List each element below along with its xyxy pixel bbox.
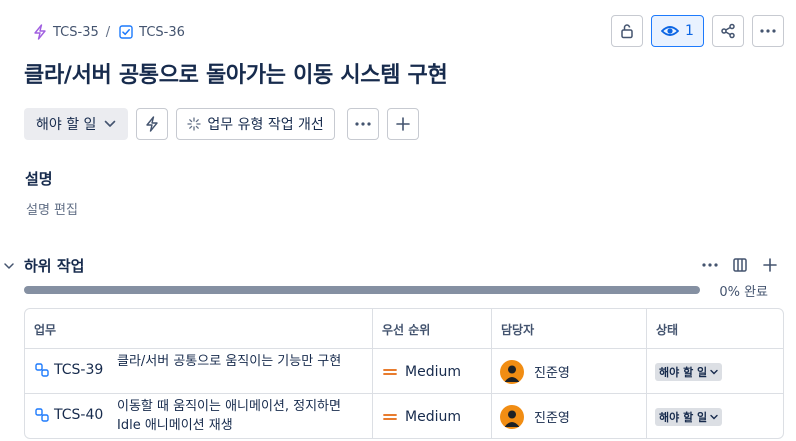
improve-issue-type-label: 업무 유형 작업 개선 <box>207 117 324 133</box>
share-button[interactable] <box>712 15 744 47</box>
chevron-down-icon <box>710 369 718 374</box>
user-avatar-icon <box>504 365 520 382</box>
subtasks-progress-text: 0% 완료 <box>719 285 768 300</box>
work-cell: TCS-39 클라/서버 공통으로 움직이는 기능만 구현 <box>25 349 372 394</box>
more-actions-button[interactable] <box>752 15 784 47</box>
column-header-status[interactable]: 상태 <box>646 309 783 349</box>
subtask-icon <box>35 363 49 377</box>
subtasks-table: 업무 우선 순위 담당자 상태 TCS-39 클라/서버 공통으로 움직이는 기… <box>24 308 784 439</box>
assignee-name: 진준영 <box>534 366 570 381</box>
avatar <box>500 359 524 384</box>
status-dropdown-button[interactable]: 해야 할 일 <box>24 108 129 140</box>
subtasks-columns-button[interactable] <box>730 255 750 275</box>
assignee-name: 진준영 <box>534 411 570 426</box>
description-heading: 설명 <box>25 170 53 188</box>
assignee-cell[interactable]: 진준영 <box>491 394 646 438</box>
chevron-down-icon <box>710 414 718 419</box>
issue-toolbar: 해야 할 일 업무 유형 작업 개선 <box>24 108 419 140</box>
columns-icon <box>733 258 747 272</box>
subtasks-header: 하위 작업 <box>0 255 796 275</box>
more-horizontal-icon <box>355 122 371 126</box>
subtasks-table-header: 업무 우선 순위 담당자 상태 <box>25 309 783 349</box>
priority-cell[interactable]: Medium <box>372 349 491 394</box>
subtask-key-link[interactable]: TCS-39 <box>35 362 103 378</box>
user-avatar-icon <box>504 410 520 427</box>
eye-icon <box>661 26 680 36</box>
chevron-down-icon <box>105 120 116 127</box>
status-dropdown-label: 해야 할 일 <box>36 117 97 133</box>
issue-header-actions: 1 <box>611 15 784 47</box>
priority-cell[interactable]: Medium <box>372 394 491 438</box>
avatar <box>500 404 524 429</box>
epic-lightning-icon <box>34 24 46 40</box>
table-row[interactable]: TCS-40 이동할 때 움직이는 애니메이션, 정지하면 Idle 애니메이션… <box>25 394 783 438</box>
priority-label: Medium <box>405 363 461 380</box>
watch-button[interactable]: 1 <box>651 15 704 47</box>
plus-icon <box>763 258 777 272</box>
priority-medium-icon <box>383 368 397 375</box>
breadcrumb-task-key: TCS-36 <box>139 24 185 40</box>
breadcrumb-epic-key: TCS-35 <box>53 24 99 40</box>
plus-icon <box>396 117 410 131</box>
lightning-bolt-icon <box>146 116 159 132</box>
task-checkbox-icon <box>119 25 133 39</box>
breadcrumb-task-link[interactable]: TCS-36 <box>119 25 185 40</box>
sparkle-icon <box>187 117 202 131</box>
status-badge[interactable]: 해야 할 일 <box>655 407 723 426</box>
subtask-icon <box>35 408 49 422</box>
breadcrumb-separator: / <box>105 24 111 40</box>
watch-count: 1 <box>685 23 694 39</box>
column-header-assignee[interactable]: 담당자 <box>491 309 646 349</box>
description-edit-placeholder[interactable]: 설명 편집 <box>26 199 78 218</box>
collapse-subtasks-toggle[interactable] <box>3 257 15 276</box>
status-cell: 해야 할 일 <box>646 349 783 394</box>
add-button[interactable] <box>386 108 419 140</box>
share-icon <box>721 23 735 39</box>
assignee-cell[interactable]: 진준영 <box>491 349 646 394</box>
priority-label: Medium <box>405 408 461 425</box>
subtask-summary[interactable]: 클라/서버 공통으로 움직이는 기능만 구현 <box>117 352 367 371</box>
subtask-key: TCS-40 <box>54 407 104 423</box>
add-subtask-button[interactable] <box>760 255 780 275</box>
subtask-key-link[interactable]: TCS-40 <box>35 407 103 423</box>
table-row[interactable]: TCS-39 클라/서버 공통으로 움직이는 기능만 구현 Medium 진준영… <box>25 349 783 394</box>
chevron-down-icon <box>4 263 14 269</box>
more-horizontal-icon <box>760 29 776 33</box>
status-cell: 해야 할 일 <box>646 394 783 438</box>
priority-medium-icon <box>383 413 397 420</box>
toolbar-more-button[interactable] <box>346 108 379 140</box>
subtasks-heading: 하위 작업 <box>24 257 85 275</box>
subtasks-more-button[interactable] <box>700 255 720 275</box>
breadcrumb-epic-link[interactable]: TCS-35 <box>33 24 99 40</box>
column-header-work[interactable]: 업무 <box>25 309 372 349</box>
restrict-access-button[interactable] <box>611 15 643 47</box>
subtask-key: TCS-39 <box>54 362 104 378</box>
unlock-icon <box>621 24 633 39</box>
work-cell: TCS-40 이동할 때 움직이는 애니메이션, 정지하면 Idle 애니메이션… <box>25 394 372 438</box>
issue-title[interactable]: 클라/서버 공통으로 돌아가는 이동 시스템 구현 <box>24 57 448 89</box>
column-header-priority[interactable]: 우선 순위 <box>372 309 491 349</box>
breadcrumb: TCS-35 / TCS-36 <box>33 22 185 42</box>
status-label: 해야 할 일 <box>659 410 708 424</box>
more-horizontal-icon <box>702 263 718 267</box>
automation-button[interactable] <box>136 108 169 140</box>
status-label: 해야 할 일 <box>659 365 708 379</box>
subtasks-tools <box>700 255 780 275</box>
subtask-summary[interactable]: 이동할 때 움직이는 애니메이션, 정지하면 Idle 애니메이션 재생 <box>117 397 367 435</box>
status-badge[interactable]: 해야 할 일 <box>655 362 723 381</box>
improve-issue-type-button[interactable]: 업무 유형 작업 개선 <box>176 108 335 140</box>
subtasks-progress-bar <box>24 286 700 294</box>
